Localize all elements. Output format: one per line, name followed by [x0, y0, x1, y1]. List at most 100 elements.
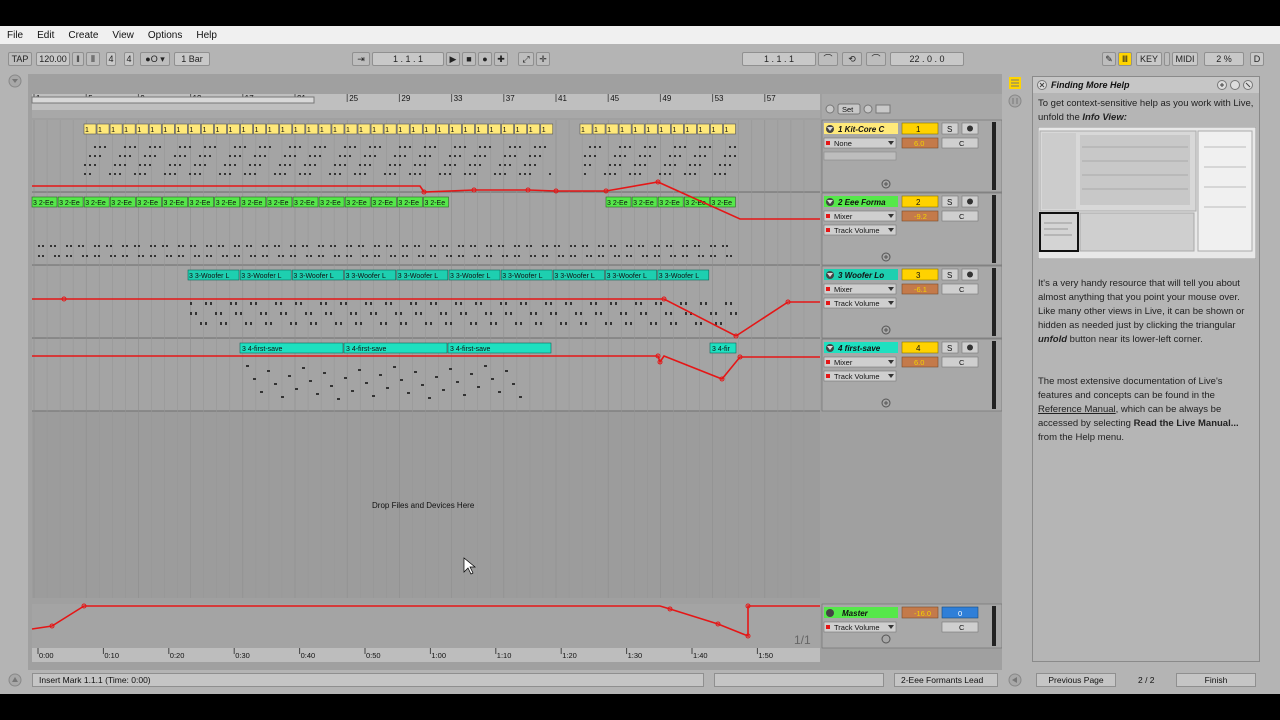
- loop-brace-area[interactable]: [32, 110, 820, 118]
- quantization-select[interactable]: 1 Bar: [174, 52, 210, 66]
- midi-note: [698, 255, 700, 257]
- midi-note: [430, 245, 432, 247]
- arrangement-position[interactable]: 1 . 1 . 1: [372, 52, 444, 66]
- midi-note: [505, 370, 508, 372]
- time-ruler-label: 1:30: [628, 651, 643, 660]
- midi-note: [138, 245, 140, 247]
- stop-button[interactable]: ■: [462, 52, 476, 66]
- midi-note: [519, 173, 521, 175]
- tap-tempo-button[interactable]: TAP: [8, 52, 32, 66]
- midi-note: [386, 245, 388, 247]
- menu-edit[interactable]: Edit: [30, 30, 61, 41]
- loop-add-button[interactable]: ✛: [536, 52, 550, 66]
- midi-note: [374, 146, 376, 148]
- back-to-arrangement-button[interactable]: [825, 104, 835, 114]
- midi-note: [526, 245, 528, 247]
- punch-in-button[interactable]: ⌒: [818, 52, 838, 66]
- menu-create[interactable]: Create: [61, 30, 105, 41]
- input-channel-select[interactable]: [823, 151, 897, 161]
- midi-note: [178, 255, 180, 257]
- midi-note: [255, 302, 257, 305]
- midi-note: [570, 245, 572, 247]
- arrangement-canvas[interactable]: 1591317212529333741454953571111111111111…: [28, 74, 1002, 686]
- punch-out-button[interactable]: ⌒: [866, 52, 886, 66]
- midi-note: [129, 155, 131, 157]
- nudge-up-button[interactable]: ⦀: [86, 52, 100, 66]
- play-button[interactable]: ▶: [446, 52, 460, 66]
- arrangement-view[interactable]: 1591317212529333741454953571111111111111…: [28, 74, 1002, 686]
- midi-note: [262, 245, 264, 247]
- midi-note: [215, 312, 217, 315]
- midi-note: [334, 255, 336, 257]
- triangle-left-icon[interactable]: [1008, 673, 1022, 687]
- midi-note: [446, 255, 448, 257]
- pencil-icon[interactable]: ✎: [1102, 52, 1116, 66]
- midi-note: [558, 245, 560, 247]
- menu-view[interactable]: View: [105, 30, 141, 41]
- io-toggle-icon[interactable]: [1008, 94, 1022, 108]
- midi-note: [295, 302, 297, 305]
- track-name: 2 Eee Forma: [837, 198, 886, 207]
- nudge-down-button[interactable]: ‖: [72, 52, 84, 66]
- close-icon[interactable]: [1037, 80, 1047, 90]
- browser-toggle-icon[interactable]: [8, 74, 24, 90]
- midi-note: [735, 312, 737, 315]
- menu-file[interactable]: File: [0, 30, 30, 41]
- loop-start-field[interactable]: 1 . 1 . 1: [742, 52, 816, 66]
- midi-note: [542, 255, 544, 257]
- add-locator-button[interactable]: [863, 104, 873, 114]
- key-map-button[interactable]: KEY: [1136, 52, 1162, 66]
- follow-button[interactable]: ⇥: [352, 52, 370, 66]
- midi-note: [595, 302, 597, 305]
- midi-note: [358, 369, 361, 371]
- midi-note: [190, 245, 192, 247]
- midi-note: [414, 245, 416, 247]
- loop-brace[interactable]: [31, 96, 315, 104]
- param-color-square: [826, 374, 830, 378]
- midi-note: [159, 146, 161, 148]
- midi-note: [465, 312, 467, 315]
- record-button[interactable]: ●: [478, 52, 492, 66]
- finish-button[interactable]: Finish: [1176, 673, 1256, 687]
- triangle-up-icon[interactable]: [8, 673, 22, 687]
- master-lane[interactable]: [32, 604, 820, 648]
- midi-note: [124, 146, 126, 148]
- reference-manual-link[interactable]: Reference Manual: [1038, 404, 1116, 415]
- midi-map-button[interactable]: MIDI: [1172, 52, 1198, 66]
- midi-note: [534, 255, 536, 257]
- midi-note: [456, 381, 459, 383]
- midi-note: [614, 155, 616, 157]
- midi-note: [655, 302, 657, 305]
- metronome-button[interactable]: ●O ▾: [140, 52, 170, 66]
- io-toggle-button[interactable]: [875, 104, 891, 114]
- midi-note: [514, 255, 516, 257]
- midi-note: [415, 312, 417, 315]
- overview-toggle-icon[interactable]: [1008, 76, 1022, 90]
- midi-note: [204, 164, 206, 166]
- midi-note: [304, 173, 306, 175]
- midi-note: [454, 164, 456, 166]
- tempo-field[interactable]: 120.00: [36, 52, 70, 66]
- previous-page-button[interactable]: Previous Page: [1036, 673, 1116, 687]
- overdub-button[interactable]: ✚: [494, 52, 508, 66]
- loop-length-field[interactable]: 22 . 0 . 0: [890, 52, 964, 66]
- sig-numerator[interactable]: 4: [106, 52, 116, 66]
- menu-help[interactable]: Help: [189, 30, 224, 41]
- fold-button[interactable]: [826, 609, 834, 617]
- midi-note: [444, 173, 446, 175]
- sig-denominator[interactable]: 4: [124, 52, 134, 66]
- ruler-bar-label: 45: [610, 94, 619, 103]
- loop-length-beat: 0: [926, 54, 932, 64]
- midi-note: [350, 312, 352, 315]
- midi-note: [335, 322, 337, 325]
- draw-mode-button[interactable]: ⤢: [518, 52, 534, 66]
- midi-note: [285, 312, 287, 315]
- midi-note: [300, 302, 302, 305]
- key-map-icon[interactable]: Ⅲ: [1118, 52, 1132, 66]
- loop-switch-button[interactable]: ⟲: [842, 52, 862, 66]
- help-nav-icons[interactable]: [1217, 80, 1257, 90]
- arm-icon: [967, 125, 973, 132]
- midi-note: [402, 255, 404, 257]
- midi-note: [458, 255, 460, 257]
- menu-options[interactable]: Options: [141, 30, 189, 41]
